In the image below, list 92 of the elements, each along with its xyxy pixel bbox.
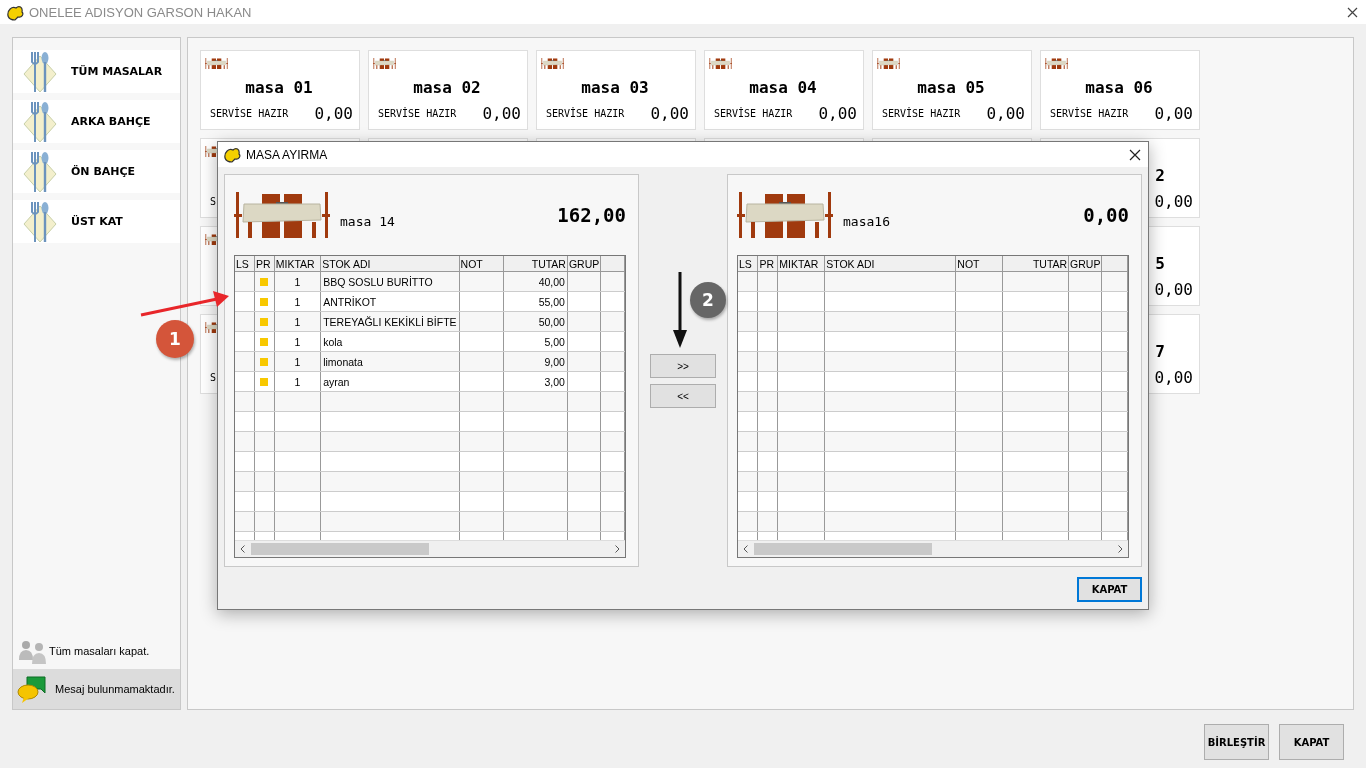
table-name: masa 04 xyxy=(749,77,817,97)
table-name: 5 xyxy=(1155,253,1165,273)
table-status: S xyxy=(210,195,217,207)
table-cell: 1 xyxy=(274,331,321,352)
dining-table-icon xyxy=(877,58,900,69)
table-name: masa 06 xyxy=(1085,77,1153,97)
table-status: SERVİSE HAZIR xyxy=(210,107,289,119)
footer-button[interactable]: KAPAT xyxy=(1279,724,1344,760)
area-button[interactable]: TÜM MASALAR xyxy=(13,50,180,93)
table-name: masa 02 xyxy=(413,77,481,97)
column-header[interactable]: NOT xyxy=(955,256,1003,272)
table-status: SERVİSE HAZIR xyxy=(378,107,457,119)
scroll-right-icon xyxy=(614,545,620,553)
table-cell: 3,00 xyxy=(503,371,568,392)
table-total: 0,00 xyxy=(818,103,857,123)
table-name: masa16 xyxy=(843,213,890,229)
table-card[interactable]: masa 01 SERVİSE HAZIR 0,00 xyxy=(200,50,360,130)
close-all-button[interactable]: Tüm masaları kapat. xyxy=(13,633,180,669)
scroll-right-icon xyxy=(1117,545,1123,553)
table-total: 0,00 xyxy=(1154,279,1193,299)
table-total: 0,00 xyxy=(650,103,689,123)
scroll-left-icon xyxy=(240,545,246,553)
dining-table-icon xyxy=(1045,58,1068,69)
table-cell: 55,00 xyxy=(503,291,568,312)
table-card[interactable]: masa 05 SERVİSE HAZIR 0,00 xyxy=(872,50,1032,130)
table-total: 0,00 xyxy=(1154,367,1193,387)
table-card[interactable]: masa 02 SERVİSE HAZIR 0,00 xyxy=(368,50,528,130)
table-total: 0,00 xyxy=(1154,191,1193,211)
table-name: masa 03 xyxy=(581,77,649,97)
dialog-title: MASA AYIRMA xyxy=(246,147,328,162)
area-button[interactable]: ÖN BAHÇE xyxy=(13,150,180,193)
column-header[interactable]: GRUP xyxy=(1068,256,1102,272)
column-header[interactable]: PR xyxy=(254,256,275,272)
chat-bubbles-icon xyxy=(17,676,46,703)
table-status: SERVİSE HAZIR xyxy=(1050,107,1129,119)
table-cell: 1 xyxy=(274,371,321,392)
column-header[interactable]: TUTAR xyxy=(1002,256,1069,272)
dining-table-icon xyxy=(205,58,228,69)
table-total: 0,00 xyxy=(314,103,353,123)
table-status: SERVİSE HAZIR xyxy=(546,107,625,119)
table-card[interactable]: masa 04 SERVİSE HAZIR 0,00 xyxy=(704,50,864,130)
column-header[interactable]: NOT xyxy=(459,256,504,272)
message-text: Mesaj bulunmamaktadır. xyxy=(55,683,175,695)
horizontal-scrollbar[interactable] xyxy=(738,540,1128,557)
column-header[interactable]: TUTAR xyxy=(503,256,568,272)
area-button[interactable]: ARKA BAHÇE xyxy=(13,100,180,143)
people-icon xyxy=(19,640,46,664)
table-name: masa 01 xyxy=(245,77,313,97)
horizontal-scrollbar[interactable] xyxy=(235,540,625,557)
footer-button[interactable]: BİRLEŞTİR xyxy=(1204,724,1269,760)
move-button[interactable]: << xyxy=(650,384,716,408)
logo-icon xyxy=(223,146,241,163)
dining-table-icon xyxy=(541,58,564,69)
table-status: S xyxy=(210,371,217,383)
table-name: masa 14 xyxy=(340,213,395,229)
column-header[interactable]: MIKTAR xyxy=(274,256,321,272)
table-cell: 5,00 xyxy=(503,331,568,352)
table-total: 0,00 xyxy=(482,103,521,123)
column-header[interactable]: STOK ADI xyxy=(824,256,956,272)
table-status: SERVİSE HAZIR xyxy=(714,107,793,119)
close-dialog-button[interactable]: KAPAT xyxy=(1077,577,1142,602)
column-header[interactable]: LS xyxy=(738,256,758,272)
table-cell: ANTRİKOT xyxy=(320,291,460,312)
cutlery-icon xyxy=(23,50,57,93)
table-total: 0,00 xyxy=(986,103,1025,123)
table-card[interactable]: masa 06 SERVİSE HAZIR 0,00 xyxy=(1040,50,1200,130)
column-header[interactable]: GRUP xyxy=(567,256,601,272)
cutlery-icon xyxy=(23,200,57,243)
scroll-left-icon xyxy=(743,545,749,553)
logo-icon xyxy=(6,3,24,21)
table-total: 162,00 xyxy=(557,204,626,226)
table-status: SERVİSE HAZIR xyxy=(882,107,961,119)
move-button[interactable]: >> xyxy=(650,354,716,378)
table-total: 0,00 xyxy=(1083,204,1129,226)
dining-table-icon xyxy=(709,58,732,69)
table-name: masa 05 xyxy=(917,77,985,97)
cutlery-icon xyxy=(23,100,57,143)
table-cell: ayran xyxy=(320,371,460,392)
table-name: 2 xyxy=(1155,165,1165,185)
column-header[interactable]: STOK ADI xyxy=(320,256,460,272)
window-title: ONELEE ADISYON GARSON HAKAN xyxy=(29,4,252,20)
table-cell: 1 xyxy=(274,291,321,312)
dining-table-icon xyxy=(373,58,396,69)
column-header[interactable]: LS xyxy=(235,256,255,272)
table-total: 0,00 xyxy=(1154,103,1193,123)
table-cell: kola xyxy=(320,331,460,352)
cutlery-icon xyxy=(23,150,57,193)
column-header[interactable]: PR xyxy=(757,256,778,272)
table-name: 7 xyxy=(1155,341,1165,361)
column-header[interactable]: MIKTAR xyxy=(777,256,825,272)
area-button[interactable]: ÜST KAT xyxy=(13,200,180,243)
table-card[interactable]: masa 03 SERVİSE HAZIR 0,00 xyxy=(536,50,696,130)
